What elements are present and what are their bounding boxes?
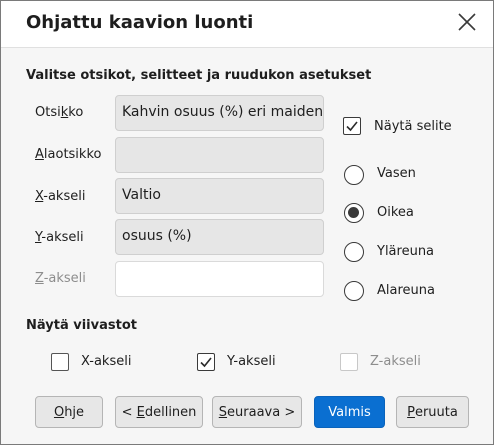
subtitle-field[interactable] bbox=[115, 137, 324, 173]
legend-bottom-radio[interactable] bbox=[344, 281, 364, 301]
legend-bottom-label: Alareuna bbox=[377, 283, 435, 298]
z-axis-field bbox=[115, 261, 324, 297]
previous-button[interactable]: < Edellinen bbox=[115, 396, 203, 428]
x-axis-field[interactable]: Valtio bbox=[115, 178, 324, 214]
titles-section-heading: Valitse otsikot, selitteet ja ruudukon a… bbox=[26, 68, 372, 83]
z-axis-grid-checkbox bbox=[340, 353, 358, 371]
dialog-title: Ohjattu kaavion luonti bbox=[26, 12, 254, 33]
y-axis-field[interactable]: osuus (%) bbox=[115, 219, 324, 255]
x-axis-field-label: X-akseli bbox=[35, 189, 86, 204]
chart-wizard-dialog: Ohjattu kaavion luonti Valitse otsikot, … bbox=[0, 0, 494, 445]
legend-right-label: Oikea bbox=[377, 205, 414, 220]
y-axis-grid-label: Y-akseli bbox=[227, 354, 276, 369]
help-button[interactable]: Ohje bbox=[35, 396, 103, 428]
gridlines-heading: Näytä viivastot bbox=[26, 318, 137, 333]
show-legend-checkbox[interactable] bbox=[343, 117, 361, 135]
title-field[interactable]: Kahvin osuus (%) eri maiden bbox=[115, 95, 324, 131]
radio-selected-dot bbox=[348, 207, 359, 218]
x-axis-grid-label: X-akseli bbox=[81, 354, 132, 369]
show-legend-label: Näytä selite bbox=[374, 119, 452, 134]
z-axis-grid-label: Z-akseli bbox=[370, 354, 421, 369]
legend-top-label: Yläreuna bbox=[377, 244, 435, 259]
close-icon[interactable] bbox=[453, 8, 481, 36]
legend-top-radio[interactable] bbox=[344, 242, 364, 262]
cancel-button[interactable]: Peruuta bbox=[396, 396, 469, 428]
finish-button[interactable]: Valmis bbox=[314, 396, 385, 428]
y-axis-grid-checkbox[interactable] bbox=[197, 353, 215, 371]
z-axis-field-label: Z-akseli bbox=[35, 271, 86, 286]
x-axis-grid-checkbox[interactable] bbox=[51, 353, 69, 371]
legend-right-radio[interactable] bbox=[344, 203, 364, 223]
legend-left-radio[interactable] bbox=[344, 165, 364, 185]
legend-left-label: Vasen bbox=[377, 166, 416, 181]
title-bar: Ohjattu kaavion luonti bbox=[1, 1, 493, 48]
title-field-label: Otsikko bbox=[35, 105, 84, 120]
y-axis-field-label: Y-akseli bbox=[35, 230, 84, 245]
subtitle-field-label: Alaotsikko bbox=[35, 147, 102, 162]
next-button[interactable]: Seuraava > bbox=[212, 396, 302, 428]
